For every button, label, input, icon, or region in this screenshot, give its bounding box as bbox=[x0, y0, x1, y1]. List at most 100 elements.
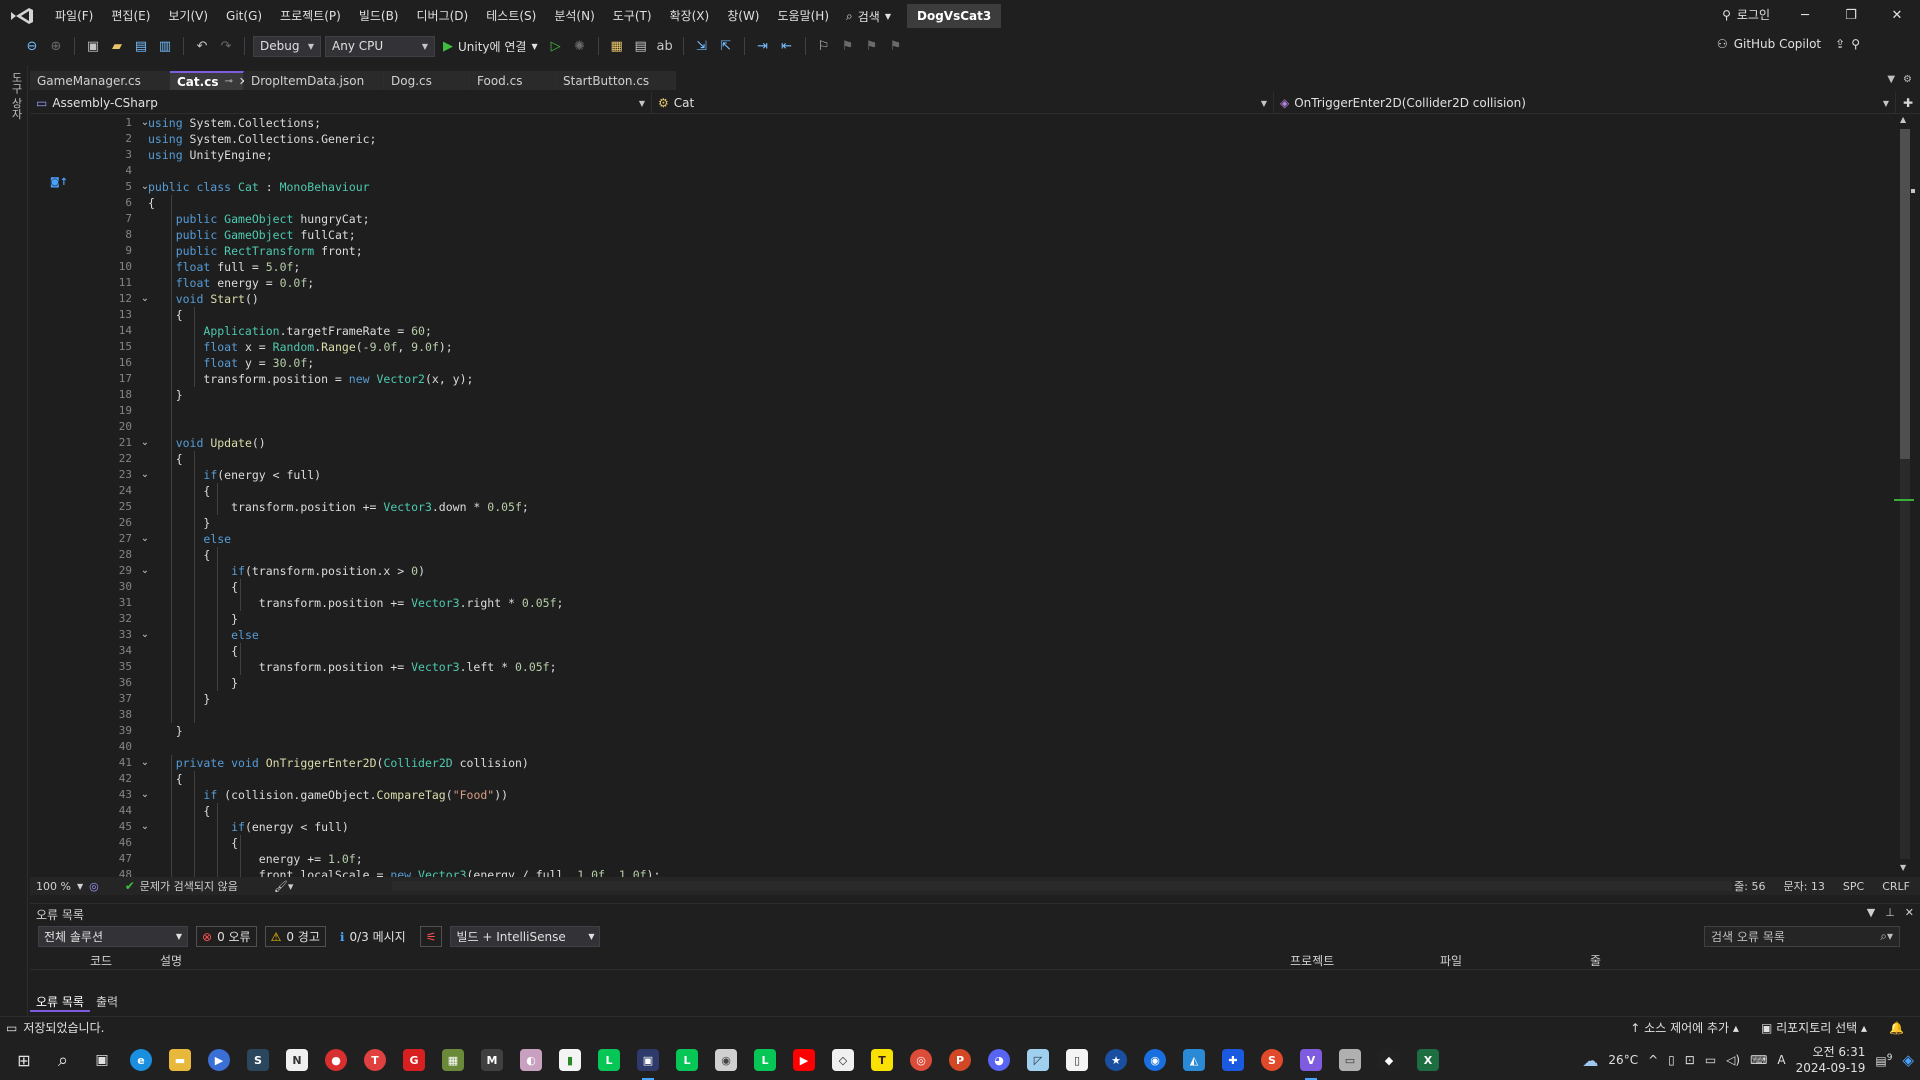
code-line[interactable]: } bbox=[148, 387, 1848, 403]
scope-select[interactable]: 전체 솔루션 ▼ bbox=[38, 926, 188, 947]
maps-icon[interactable]: ◉ bbox=[1139, 1040, 1171, 1080]
code-line[interactable]: { bbox=[148, 195, 1848, 211]
horizontal-scrollbar[interactable] bbox=[392, 881, 1732, 891]
next-bookmark-icon[interactable]: ⚑ bbox=[862, 36, 882, 56]
line-3-icon[interactable]: L bbox=[749, 1040, 781, 1080]
window-app-icon[interactable]: ▭ bbox=[1334, 1040, 1366, 1080]
code-line[interactable] bbox=[148, 739, 1848, 755]
temperature[interactable]: 26°C bbox=[1608, 1053, 1638, 1067]
image-app-icon[interactable]: ◐ bbox=[515, 1040, 547, 1080]
platform-select[interactable]: Any CPU ▼ bbox=[325, 35, 435, 57]
start-without-debugging-icon[interactable]: ▷ bbox=[546, 36, 566, 56]
photos-icon[interactable]: ◭ bbox=[1178, 1040, 1210, 1080]
code-line[interactable]: } bbox=[148, 675, 1848, 691]
attach-unity-button[interactable]: ▶ Unity에 연결 ▼ bbox=[439, 38, 542, 55]
visual-studio-logo-icon[interactable] bbox=[9, 6, 35, 26]
steam-icon[interactable]: S bbox=[242, 1040, 274, 1080]
panel-tab[interactable]: 출력 bbox=[90, 992, 124, 1012]
code-line[interactable]: else bbox=[148, 531, 1848, 547]
spell-check-icon[interactable]: ab bbox=[655, 36, 675, 56]
code-line[interactable]: if(transform.position.x > 0) bbox=[148, 563, 1848, 579]
menu-item[interactable]: 도구(T) bbox=[604, 3, 661, 29]
outdent-icon[interactable]: ⇤ bbox=[777, 36, 797, 56]
excel-icon[interactable]: X bbox=[1412, 1040, 1444, 1080]
errors-filter-button[interactable]: ⊗ 0 오류 bbox=[196, 926, 257, 947]
code-line[interactable]: { bbox=[148, 579, 1848, 595]
code-line[interactable] bbox=[148, 419, 1848, 435]
visual-studio-icon[interactable]: V bbox=[1295, 1040, 1327, 1080]
indent-icon[interactable]: ⇥ bbox=[753, 36, 773, 56]
search-icon[interactable]: ⌕ bbox=[47, 1040, 79, 1080]
minecraft-icon[interactable]: ▦ bbox=[437, 1040, 469, 1080]
app-s-icon[interactable]: S bbox=[1256, 1040, 1288, 1080]
layout-icon[interactable]: ▤ bbox=[631, 36, 651, 56]
previous-bookmark-icon[interactable]: ⚑ bbox=[838, 36, 858, 56]
undo-icon[interactable]: ↶ bbox=[192, 36, 212, 56]
code-line[interactable]: transform.position += Vector3.down * 0.0… bbox=[148, 499, 1848, 515]
code-line[interactable]: using System.Collections; bbox=[148, 115, 1848, 131]
share-icon[interactable]: ⇪ bbox=[1835, 37, 1845, 51]
menu-item[interactable]: 프로젝트(P) bbox=[271, 3, 350, 29]
build-filter-select[interactable]: 빌드 + IntelliSense ▼ bbox=[450, 926, 601, 947]
code-line[interactable]: { bbox=[148, 307, 1848, 323]
menu-item[interactable]: 창(W) bbox=[718, 3, 768, 29]
code-line[interactable]: private void OnTriggerEnter2D(Collider2D… bbox=[148, 755, 1848, 771]
menu-item[interactable]: 테스트(S) bbox=[477, 3, 545, 29]
edge-icon[interactable]: e bbox=[125, 1040, 157, 1080]
code-line[interactable]: float x = Random.Range(-9.0f, 9.0f); bbox=[148, 339, 1848, 355]
code-line[interactable]: { bbox=[148, 803, 1848, 819]
toolbox-tab[interactable]: 도구 상자 bbox=[8, 72, 24, 120]
notifications-bell-icon[interactable]: 🔔 bbox=[1889, 1021, 1904, 1035]
redo-icon[interactable]: ↷ bbox=[216, 36, 236, 56]
code-line[interactable]: } bbox=[148, 723, 1848, 739]
sticky-app-icon[interactable]: ▮ bbox=[554, 1040, 586, 1080]
document-tab[interactable]: Food.cs bbox=[470, 71, 556, 90]
save-all-icon[interactable]: ▥ bbox=[155, 36, 175, 56]
code-line[interactable]: float full = 5.0f; bbox=[148, 259, 1848, 275]
line-position[interactable]: 줄: 56 bbox=[1734, 878, 1765, 894]
app-g-icon[interactable]: G bbox=[398, 1040, 430, 1080]
document-tab[interactable]: DropItemData.json bbox=[244, 71, 384, 90]
github-copilot-button[interactable]: ⚇ GitHub Copilot ⇪ ⚲ bbox=[1717, 37, 1860, 51]
line-ending[interactable]: CRLF bbox=[1882, 880, 1910, 893]
code-line[interactable]: } bbox=[148, 691, 1848, 707]
notification-center-icon[interactable]: ▤9 bbox=[1875, 1053, 1892, 1068]
code-line[interactable]: public RectTransform front; bbox=[148, 243, 1848, 259]
save-icon[interactable]: ▤ bbox=[131, 36, 151, 56]
source-control-button[interactable]: ↑ 소스 제어에 추가 ▴ bbox=[1630, 1019, 1739, 1036]
notepad-icon[interactable]: N bbox=[281, 1040, 313, 1080]
code-line[interactable]: { bbox=[148, 483, 1848, 499]
ime-indicator[interactable]: A bbox=[1777, 1053, 1785, 1067]
line-2-icon[interactable]: L bbox=[671, 1040, 703, 1080]
code-line[interactable]: else bbox=[148, 627, 1848, 643]
menu-item[interactable]: 보기(V) bbox=[159, 3, 217, 29]
code-line[interactable]: if(energy < full) bbox=[148, 467, 1848, 483]
code-line[interactable]: { bbox=[148, 771, 1848, 787]
column-code[interactable]: 코드 bbox=[90, 952, 160, 969]
code-line[interactable]: if (collision.gameObject.CompareTag("Foo… bbox=[148, 787, 1848, 803]
game-controller-icon[interactable]: ✚ bbox=[1217, 1040, 1249, 1080]
pin-tab-icon[interactable]: ⊸ bbox=[224, 76, 232, 87]
menu-item[interactable]: 파일(F) bbox=[46, 3, 102, 29]
code-line[interactable]: front.localScale = new Vector3(energy / … bbox=[148, 867, 1848, 877]
app-red-icon[interactable]: T bbox=[359, 1040, 391, 1080]
panel-tab[interactable]: 오류 목록 bbox=[30, 992, 90, 1012]
code-line[interactable]: } bbox=[148, 515, 1848, 531]
bookmark-icon[interactable]: ⚐ bbox=[814, 36, 834, 56]
restore-button[interactable]: ❐ bbox=[1828, 4, 1874, 28]
messages-filter-button[interactable]: ℹ 0/3 메시지 bbox=[334, 926, 412, 947]
menu-item[interactable]: 빌드(B) bbox=[350, 3, 408, 29]
menu-item[interactable]: 디버그(D) bbox=[408, 3, 478, 29]
app-m-icon[interactable]: M bbox=[476, 1040, 508, 1080]
sticky-notes-icon[interactable]: ◸ bbox=[1022, 1040, 1054, 1080]
photo-app-icon[interactable]: ◉ bbox=[710, 1040, 742, 1080]
show-hidden-icons-icon[interactable]: ^ bbox=[1648, 1053, 1658, 1067]
step-icon[interactable]: ⇲ bbox=[692, 36, 712, 56]
copilot-taskbar-icon[interactable]: ◈ bbox=[1902, 1051, 1914, 1069]
menu-item[interactable]: Git(G) bbox=[217, 3, 271, 29]
line-icon[interactable]: L bbox=[593, 1040, 625, 1080]
start-icon[interactable]: ⊞ bbox=[8, 1040, 40, 1080]
code-line[interactable]: transform.position = new Vector2(x, y); bbox=[148, 371, 1848, 387]
implementation-glyph-icon[interactable]: ◙↑ bbox=[50, 177, 68, 188]
pin-icon[interactable]: ⊥ bbox=[1885, 906, 1895, 919]
